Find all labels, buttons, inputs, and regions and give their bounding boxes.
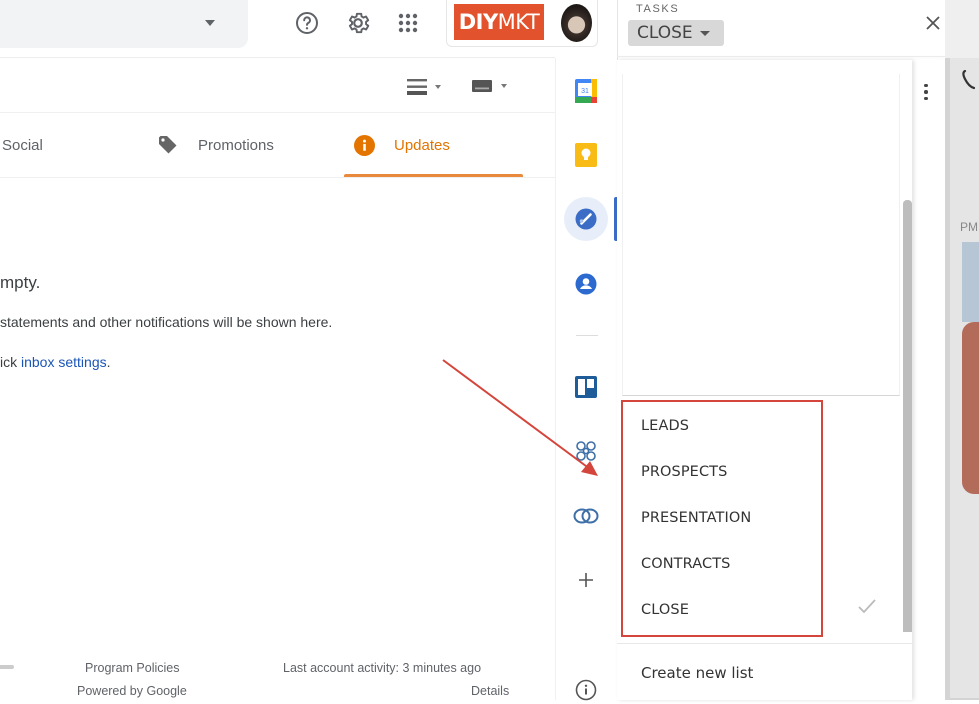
rail-divider [576, 335, 598, 336]
keep-icon[interactable] [572, 141, 600, 169]
calendar-date: 31 [581, 88, 589, 95]
empty-state-settings-hint: ick inbox settings. [0, 354, 111, 370]
info-icon [354, 134, 375, 156]
tab-social[interactable]: Social [2, 113, 43, 177]
input-tools-button[interactable] [472, 80, 507, 92]
empty-state-description: statements and other notifications will … [0, 314, 333, 330]
avatar[interactable] [561, 4, 592, 42]
powered-by-google: Powered by Google [77, 684, 187, 698]
display-density-button[interactable] [407, 78, 441, 96]
caret-down-icon [501, 84, 507, 88]
annotation-highlight-box [621, 400, 823, 637]
contacts-icon[interactable] [572, 270, 600, 298]
program-policies-link[interactable]: Program Policies [85, 661, 179, 675]
calendar-icon[interactable]: 31 [572, 77, 600, 105]
hint-prefix: ick [0, 354, 21, 370]
close-panel-button[interactable] [920, 10, 946, 36]
phone-icon [962, 70, 976, 90]
dropdown-scrollbar[interactable] [903, 200, 912, 632]
check-icon [858, 599, 876, 614]
tab-promotions[interactable]: Promotions [158, 113, 274, 177]
display-density-icon [407, 79, 427, 95]
help-icon[interactable] [292, 8, 322, 38]
empty-state-title: mpty. [0, 273, 41, 292]
addon-link-icon[interactable] [572, 502, 600, 530]
background-event-block [962, 322, 979, 494]
tab-updates[interactable]: Updates [354, 113, 450, 177]
create-new-list-button[interactable]: Create new list [641, 664, 753, 682]
background-time: PM [960, 220, 978, 234]
background-event-block [962, 242, 979, 322]
tab-label: Social [2, 136, 43, 154]
tab-label: Promotions [198, 136, 274, 154]
brand-logo-bold: DIY [458, 10, 498, 34]
apps-grid-icon[interactable] [393, 8, 423, 38]
background-window-top [945, 0, 979, 58]
task-list-selector[interactable]: CLOSE [628, 20, 724, 46]
keyboard-icon [472, 80, 492, 92]
close-icon [926, 16, 940, 30]
tasks-header-divider [617, 56, 945, 57]
tasks-icon[interactable] [572, 205, 600, 233]
settings-gear-icon[interactable] [343, 8, 373, 38]
hint-suffix: . [106, 354, 111, 370]
search-options-caret-icon[interactable] [205, 20, 215, 26]
tag-icon [159, 136, 177, 154]
inbox-settings-link[interactable]: inbox settings [21, 354, 107, 370]
annotation-arrow [442, 359, 598, 476]
last-account-activity: Last account activity: 3 minutes ago [283, 661, 482, 675]
dropdown-divider [617, 643, 912, 644]
brand-logo-thin: MKT [497, 10, 540, 34]
tabs-top-divider [0, 112, 555, 113]
tasks-panel-title: TASKS [636, 3, 680, 15]
dropdown-scroll-area [622, 74, 900, 396]
brand-logo[interactable]: DIY MKT [454, 4, 544, 40]
more-options-icon[interactable] [918, 80, 934, 104]
tab-label: Updates [394, 136, 450, 154]
caret-down-icon [435, 85, 441, 89]
get-addons-plus-icon[interactable] [572, 566, 600, 594]
header-divider [0, 57, 555, 58]
storage-usage-bar [0, 665, 14, 669]
caret-down-icon [699, 30, 710, 36]
tabs-bottom-divider [0, 177, 555, 178]
activity-details-link[interactable]: Details [471, 684, 509, 698]
current-list-label: CLOSE [637, 23, 693, 43]
